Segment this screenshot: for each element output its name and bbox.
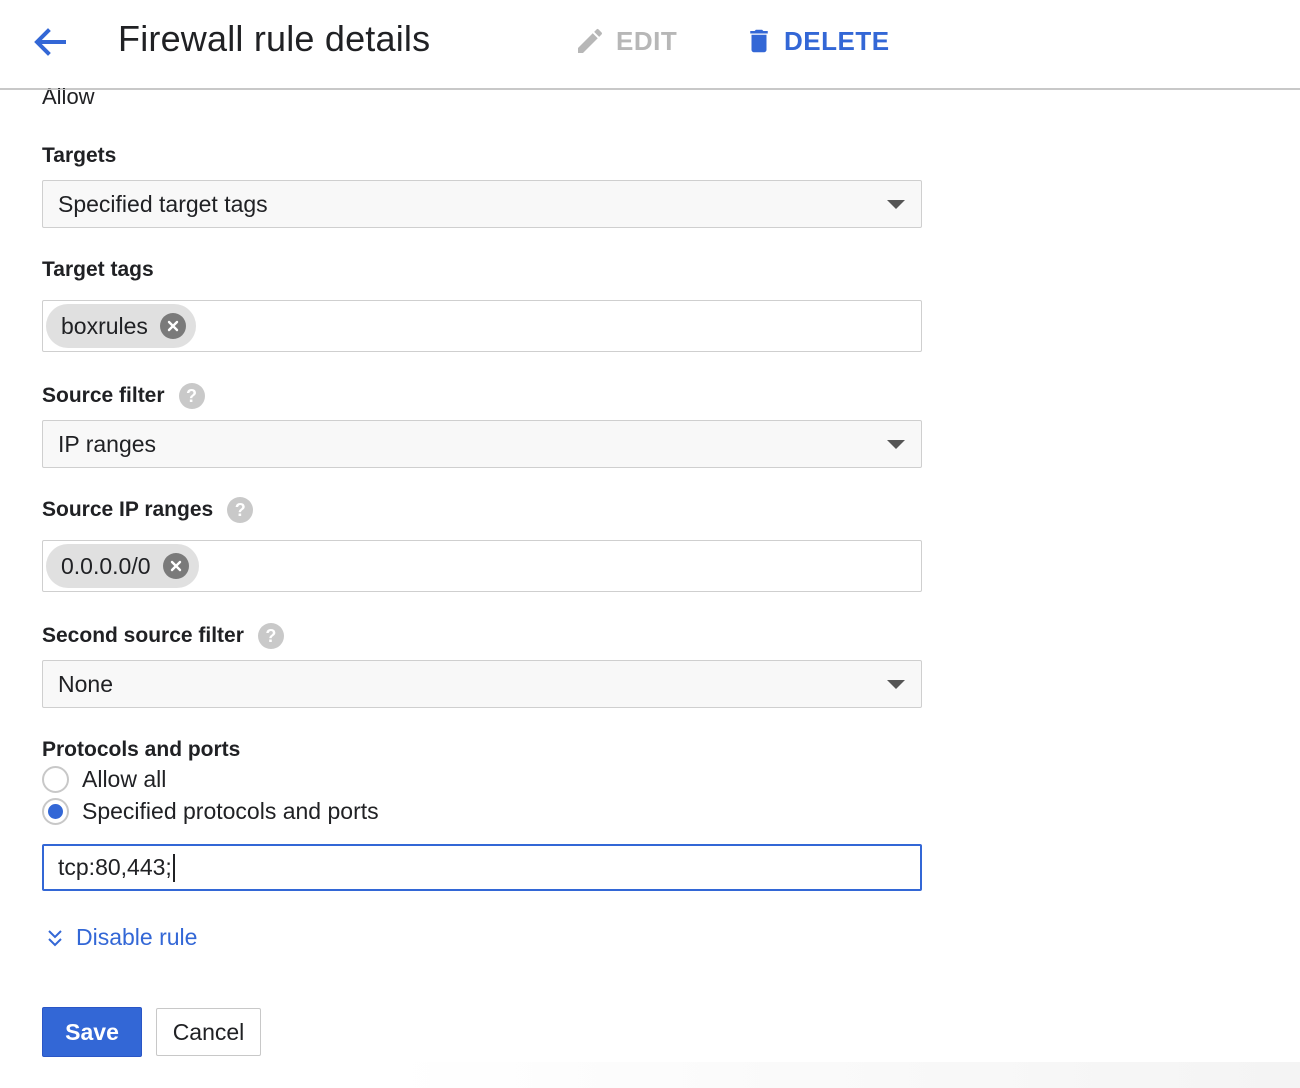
page-title: Firewall rule details <box>118 18 431 59</box>
caret-down-icon <box>887 440 905 449</box>
help-icon[interactable]: ? <box>178 383 205 409</box>
second-source-filter-label: Second source filter ? <box>42 623 284 649</box>
target-tags-label: Target tags <box>42 258 154 282</box>
protocols-ports-input[interactable]: tcp:80,443; <box>42 844 922 891</box>
pencil-icon <box>578 28 603 53</box>
header-divider <box>0 89 1300 90</box>
targets-label: Targets <box>42 144 116 168</box>
arrow-left-icon <box>34 28 66 56</box>
second-source-filter-select-value: None <box>58 670 113 697</box>
second-source-filter-label-text: Second source filter <box>42 624 244 647</box>
targets-label-text: Targets <box>42 144 117 167</box>
target-tags-input[interactable]: boxrules <box>42 300 922 352</box>
bottom-shade <box>0 1062 1300 1088</box>
ip-range-chip-label: 0.0.0.0/0 <box>61 552 151 579</box>
target-tags-label-text: Target tags <box>42 258 154 281</box>
targets-select[interactable]: Specified target tags <box>42 180 922 228</box>
action-value: Allow <box>42 84 95 109</box>
source-filter-label-text: Source filter <box>42 384 165 407</box>
chevron-down-double-icon <box>48 929 62 946</box>
radio-specified-protocols-label: Specified protocols and ports <box>82 798 379 824</box>
tag-chip-label: boxrules <box>61 312 148 339</box>
second-source-filter-select[interactable]: None <box>42 660 922 708</box>
close-circle-icon[interactable] <box>162 553 189 579</box>
edit-button[interactable]: EDIT <box>574 24 677 58</box>
edit-button-label: EDIT <box>616 25 678 56</box>
source-ip-ranges-label-text: Source IP ranges <box>42 498 214 521</box>
source-ip-ranges-input[interactable]: 0.0.0.0/0 <box>42 540 922 592</box>
cancel-button[interactable]: Cancel <box>156 1008 261 1056</box>
trash-icon <box>750 29 768 53</box>
source-filter-select-value: IP ranges <box>58 430 157 457</box>
ip-range-chip: 0.0.0.0/0 <box>46 544 199 588</box>
radio-selected-dot <box>48 804 63 819</box>
close-circle-icon[interactable] <box>159 313 186 339</box>
source-filter-label: Source filter ? <box>42 383 205 409</box>
disable-rule-label: Disable rule <box>76 924 198 950</box>
caret-down-icon <box>887 200 905 209</box>
radio-allow-all[interactable]: Allow all <box>42 766 166 793</box>
radio-allow-all-label: Allow all <box>82 766 167 792</box>
delete-button-label: DELETE <box>784 25 890 56</box>
radio-button[interactable] <box>42 766 69 793</box>
source-ip-ranges-label: Source IP ranges ? <box>42 497 254 523</box>
source-filter-select[interactable]: IP ranges <box>42 420 922 468</box>
save-button[interactable]: Save <box>42 1007 142 1057</box>
targets-select-value: Specified target tags <box>58 190 268 217</box>
protocols-ports-value: tcp:80,443; <box>58 854 172 880</box>
back-button[interactable] <box>28 22 72 62</box>
help-icon[interactable]: ? <box>257 623 284 649</box>
disable-rule-toggle[interactable]: Disable rule <box>46 924 197 951</box>
text-cursor <box>172 853 175 882</box>
delete-button[interactable]: DELETE <box>744 24 890 58</box>
help-icon[interactable]: ? <box>227 497 254 523</box>
protocols-label: Protocols and ports <box>42 738 240 762</box>
header-bar: Firewall rule details EDIT DELETE <box>0 0 1300 89</box>
protocols-label-text: Protocols and ports <box>42 738 241 761</box>
radio-button[interactable] <box>42 798 69 825</box>
tag-chip: boxrules <box>46 304 196 348</box>
radio-specified-protocols[interactable]: Specified protocols and ports <box>42 798 379 825</box>
caret-down-icon <box>887 680 905 689</box>
